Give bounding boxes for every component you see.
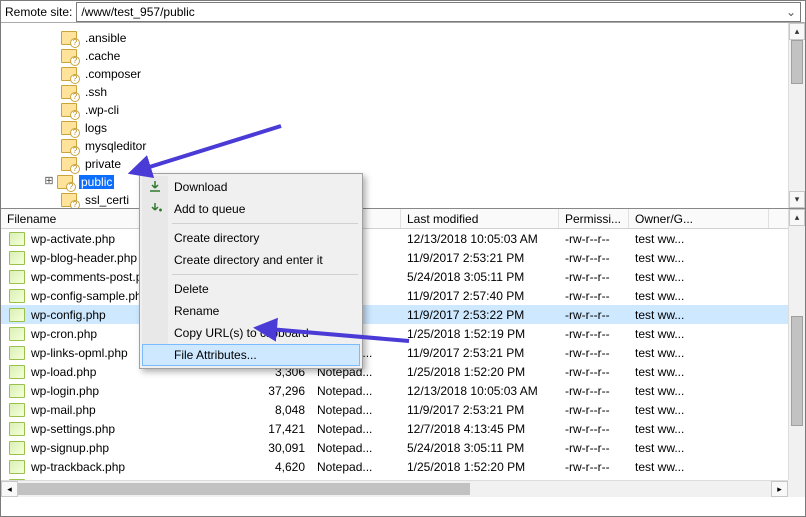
folder-icon: ? bbox=[61, 193, 77, 207]
table-row[interactable]: wp-links-opml.php2,422Notepad...11/9/201… bbox=[1, 343, 805, 362]
file-icon bbox=[9, 365, 25, 379]
menu-separator bbox=[172, 223, 358, 224]
menu-copy-url[interactable]: Copy URL(s) to clipboard bbox=[142, 322, 360, 344]
tree-label: mysqleditor bbox=[83, 139, 148, 153]
tree-label: .ansible bbox=[83, 31, 128, 45]
scroll-down-arrow-icon[interactable]: ▾ bbox=[789, 191, 805, 208]
table-row[interactable]: wp-blog-header.phpad...11/9/2017 2:53:21… bbox=[1, 248, 805, 267]
chevron-down-icon[interactable]: ⌄ bbox=[786, 5, 796, 19]
tree-label: public bbox=[79, 175, 114, 189]
folder-icon: ? bbox=[61, 67, 77, 81]
col-permissions[interactable]: Permissi... bbox=[559, 209, 629, 228]
file-icon bbox=[9, 232, 25, 246]
menu-separator bbox=[172, 274, 358, 275]
file-icon bbox=[9, 384, 25, 398]
folder-tree-pane: ? .ansible? .cache? .composer? .ssh? .wp-cli?… bbox=[1, 23, 805, 209]
table-row[interactable]: wp-mail.php8,048Notepad...11/9/2017 2:53… bbox=[1, 400, 805, 419]
table-row[interactable]: wp-trackback.php4,620Notepad...1/25/2018… bbox=[1, 457, 805, 476]
download-icon bbox=[147, 179, 163, 195]
remote-path-combo[interactable]: ⌄ bbox=[76, 2, 801, 22]
context-menu[interactable]: Download Add to queue Create directory C… bbox=[139, 173, 363, 369]
folder-icon: ? bbox=[61, 31, 77, 45]
tree-label: ssl_certi bbox=[83, 193, 131, 207]
file-icon bbox=[9, 308, 25, 322]
table-row[interactable]: wp-login.php37,296Notepad...12/13/2018 1… bbox=[1, 381, 805, 400]
scroll-up-arrow-icon[interactable]: ▴ bbox=[789, 23, 805, 40]
file-icon bbox=[9, 441, 25, 455]
add-queue-icon bbox=[147, 201, 163, 217]
menu-rename[interactable]: Rename bbox=[142, 300, 360, 322]
tree-item[interactable]: ? mysqleditor bbox=[61, 137, 799, 155]
tree-item[interactable]: ? .ansible bbox=[61, 29, 799, 47]
scroll-left-arrow-icon[interactable]: ◂ bbox=[1, 481, 18, 497]
table-row[interactable]: wp-settings.php17,421Notepad...12/7/2018… bbox=[1, 419, 805, 438]
tree-item[interactable]: ? .composer bbox=[61, 65, 799, 83]
table-row[interactable]: wp-signup.php30,091Notepad...5/24/2018 3… bbox=[1, 438, 805, 457]
table-row[interactable]: wp-config-sample.phpad...11/9/2017 2:57:… bbox=[1, 286, 805, 305]
tree-item[interactable]: ? .wp-cli bbox=[61, 101, 799, 119]
tree-item[interactable]: ? .ssh bbox=[61, 83, 799, 101]
folder-icon: ? bbox=[61, 103, 77, 117]
menu-label: Delete bbox=[174, 282, 209, 296]
menu-label: Add to queue bbox=[174, 202, 245, 216]
menu-download[interactable]: Download bbox=[142, 176, 360, 198]
remote-site-bar: Remote site: ⌄ bbox=[1, 1, 805, 23]
menu-add-to-queue[interactable]: Add to queue bbox=[142, 198, 360, 220]
remote-site-label: Remote site: bbox=[5, 5, 76, 19]
list-hscrollbar[interactable]: ◂ ▸ bbox=[1, 480, 788, 497]
tree-item[interactable]: ? logs bbox=[61, 119, 799, 137]
table-row[interactable]: wp-cron.php3,669Notepad...1/25/2018 1:52… bbox=[1, 324, 805, 343]
folder-icon: ? bbox=[57, 175, 73, 189]
table-row[interactable]: wp-config.phpad...11/9/2017 2:53:22 PM-r… bbox=[1, 305, 805, 324]
table-row[interactable]: wp-comments-post.phad...5/24/2018 3:05:1… bbox=[1, 267, 805, 286]
tree-label: .ssh bbox=[83, 85, 109, 99]
table-row[interactable]: wp-activate.phpad...12/13/2018 10:05:03 … bbox=[1, 229, 805, 248]
menu-label: Create directory bbox=[174, 231, 259, 245]
menu-label: Download bbox=[174, 180, 227, 194]
folder-icon: ? bbox=[61, 157, 77, 171]
folder-icon: ? bbox=[61, 139, 77, 153]
menu-delete[interactable]: Delete bbox=[142, 278, 360, 300]
col-modified[interactable]: Last modified bbox=[401, 209, 559, 228]
tree-label: .wp-cli bbox=[83, 103, 121, 117]
file-list-header[interactable]: Filename Last modified Permissi... Owner… bbox=[1, 209, 805, 229]
tree-label: logs bbox=[83, 121, 109, 135]
file-list-body[interactable]: wp-activate.phpad...12/13/2018 10:05:03 … bbox=[1, 229, 805, 495]
tree-label: private bbox=[83, 157, 123, 171]
folder-tree[interactable]: ? .ansible? .cache? .composer? .ssh? .wp-cli?… bbox=[1, 23, 805, 209]
list-vscrollbar[interactable]: ▴ ▾ bbox=[788, 209, 805, 497]
tree-item[interactable]: ? .cache bbox=[61, 47, 799, 65]
menu-create-directory-enter[interactable]: Create directory and enter it bbox=[142, 249, 360, 271]
scroll-corner bbox=[788, 480, 805, 497]
menu-label: Create directory and enter it bbox=[174, 253, 323, 267]
file-icon bbox=[9, 289, 25, 303]
table-row[interactable]: wp-load.php3,306Notepad...1/25/2018 1:52… bbox=[1, 362, 805, 381]
scroll-up-arrow-icon[interactable]: ▴ bbox=[789, 209, 805, 226]
menu-create-directory[interactable]: Create directory bbox=[142, 227, 360, 249]
scroll-right-arrow-icon[interactable]: ▸ bbox=[771, 481, 788, 497]
tree-item[interactable]: ? private bbox=[61, 155, 799, 173]
file-icon bbox=[9, 460, 25, 474]
file-icon bbox=[9, 346, 25, 360]
expander-icon[interactable]: ⊞ bbox=[43, 176, 55, 188]
file-icon bbox=[9, 251, 25, 265]
file-icon bbox=[9, 422, 25, 436]
menu-label: Rename bbox=[174, 304, 219, 318]
file-icon bbox=[9, 270, 25, 284]
file-icon bbox=[9, 403, 25, 417]
tree-scrollbar[interactable]: ▴ ▾ bbox=[788, 23, 805, 208]
file-list-pane: Filename Last modified Permissi... Owner… bbox=[1, 209, 805, 497]
folder-icon: ? bbox=[61, 85, 77, 99]
col-owner[interactable]: Owner/G... bbox=[629, 209, 769, 228]
folder-icon: ? bbox=[61, 49, 77, 63]
menu-label: Copy URL(s) to clipboard bbox=[174, 326, 309, 340]
menu-file-attributes[interactable]: File Attributes... bbox=[142, 344, 360, 366]
tree-label: .composer bbox=[83, 67, 143, 81]
menu-label: File Attributes... bbox=[174, 348, 257, 362]
file-icon bbox=[9, 327, 25, 341]
tree-label: .cache bbox=[83, 49, 122, 63]
remote-path-input[interactable] bbox=[81, 5, 786, 19]
folder-icon: ? bbox=[61, 121, 77, 135]
